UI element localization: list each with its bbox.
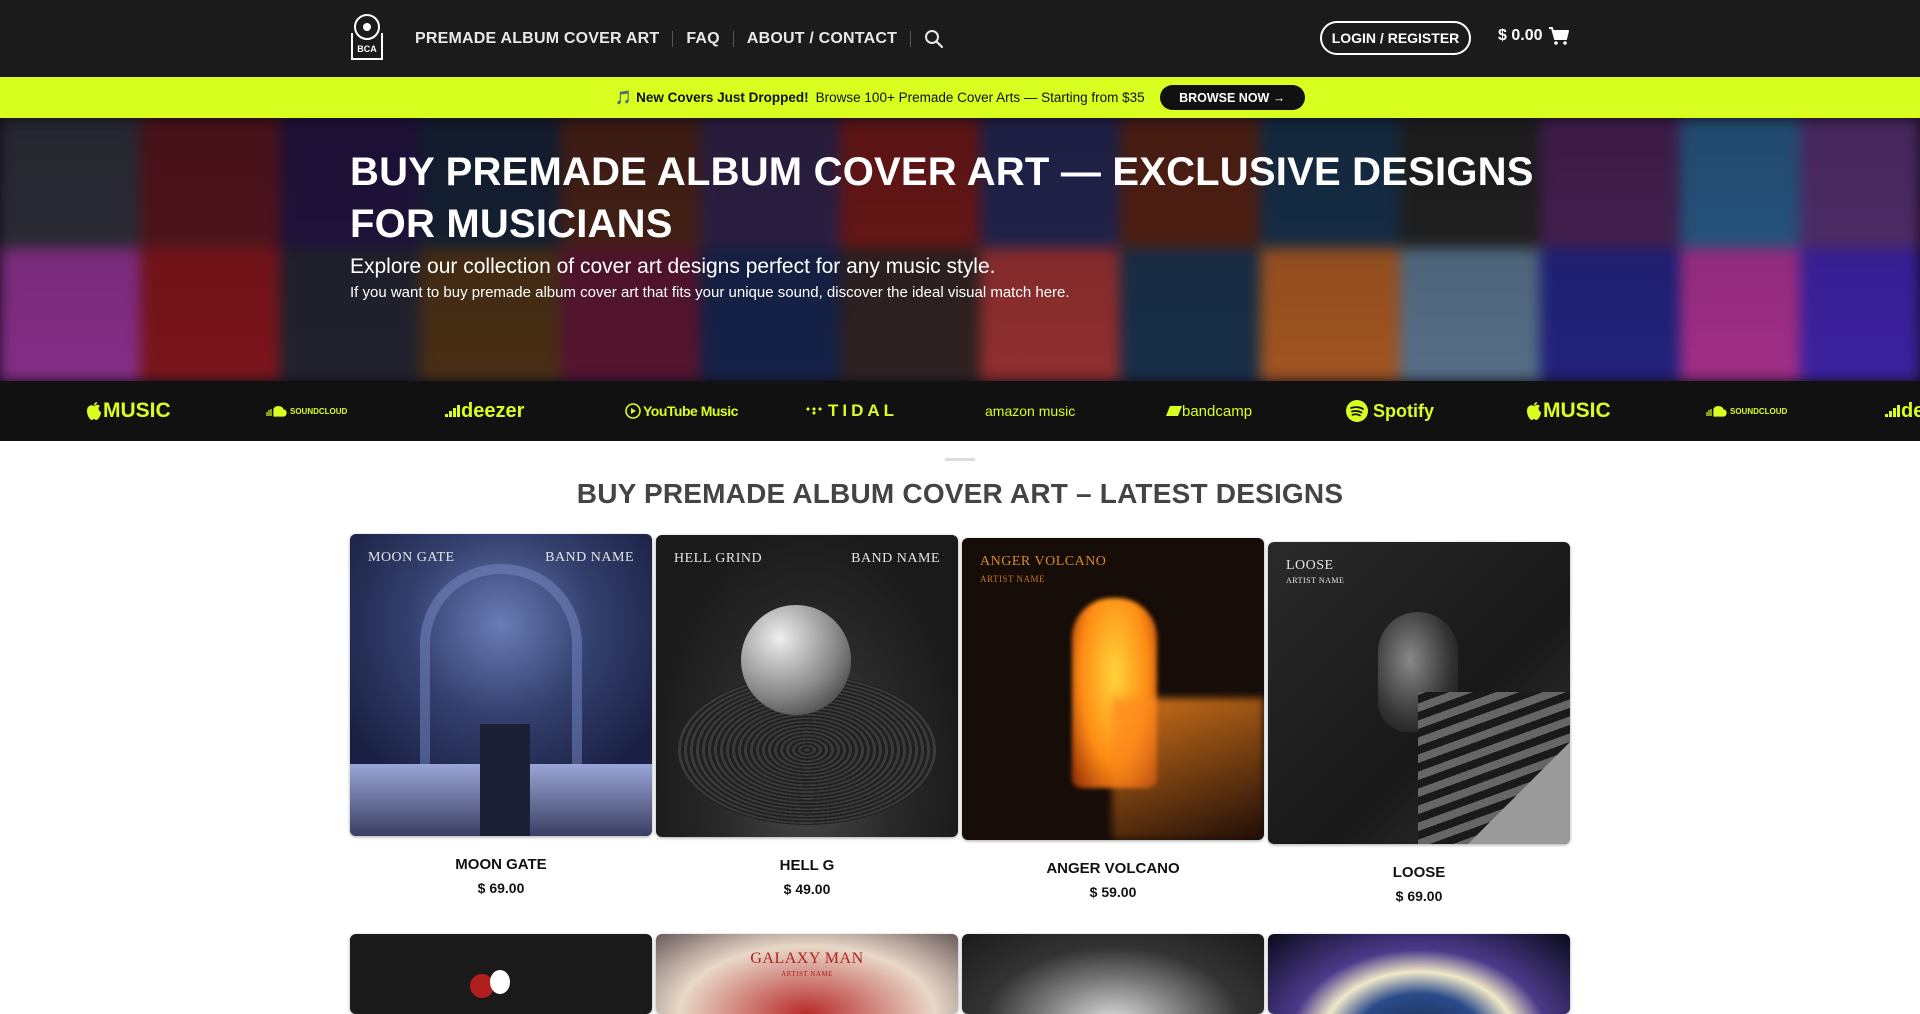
nav-faq[interactable]: FAQ (686, 30, 720, 48)
apple-icon (1527, 402, 1541, 420)
product-cover-image[interactable]: ANGER VOLCANO ARTIST NAME (962, 538, 1264, 840)
platform-label: SOUNDCLOUD (1730, 406, 1788, 416)
product-cover-image[interactable]: HELL GRIND BAND NAME (656, 535, 958, 837)
platform-label: SOUNDCLOUD (290, 406, 348, 416)
platform-label: MUSIC (1543, 399, 1611, 422)
product-card[interactable]: HELL GRIND BAND NAME HELL G $ 49.00 (656, 535, 958, 897)
platform-deezer: de (1885, 381, 1920, 441)
music-note-icon: 🎵 (615, 89, 633, 105)
platform-label: bandcamp (1182, 402, 1253, 420)
product-cover-image[interactable] (962, 934, 1264, 1014)
product-card[interactable]: GALAXY MAN ARTIST NAME (656, 934, 958, 1014)
platform-label: de (1901, 399, 1920, 422)
product-card[interactable]: MOON GATE BAND NAME MOON GATE $ 69.00 (350, 534, 652, 896)
cover-artist: ARTIST NAME (980, 574, 1046, 584)
cover-title: MOON GATE (368, 550, 455, 565)
cart-total: $ 0.00 (1498, 27, 1543, 44)
platform-label: Spotify (1373, 400, 1434, 421)
hero-banner: BUY PREMADE ALBUM COVER ART — EXCLUSIVE … (0, 118, 1920, 381)
apple-icon (87, 402, 101, 420)
platform-label: amazon music (985, 403, 1076, 419)
platform-soundcloud: SOUNDCLOUD (1705, 381, 1787, 441)
product-price: $ 49.00 (783, 881, 831, 897)
product-cover-image[interactable]: MOON GATE BAND NAME (350, 534, 652, 836)
logo-text: BCA (357, 44, 377, 54)
streaming-platforms-strip: MUSIC SOUNDCLOUD deezer YouTube Music TI… (0, 381, 1920, 441)
platform-soundcloud: SOUNDCLOUD (265, 381, 347, 441)
product-card[interactable]: ANGER VOLCANO ARTIST NAME ANGER VOLCANO … (962, 538, 1264, 900)
product-cover-image[interactable]: LOOSE ARTIST NAME (1268, 542, 1570, 844)
cover-artist: BAND NAME (545, 550, 634, 565)
product-price: $ 59.00 (1089, 884, 1137, 900)
deezer-icon (445, 405, 460, 417)
nav-premade-album-cover-art[interactable]: PREMADE ALBUM COVER ART (415, 30, 659, 48)
platform-spotify: Spotify (1345, 381, 1434, 441)
cover-title: HELL GRIND (674, 551, 763, 566)
cart-icon (1549, 27, 1570, 45)
bandcamp-icon (1166, 406, 1182, 416)
product-price: $ 69.00 (477, 880, 525, 896)
cover-title: LOOSE (1286, 558, 1334, 573)
deezer-icon (1885, 405, 1900, 417)
section-title: BUY PREMADE ALBUM COVER ART – LATEST DES… (576, 478, 1344, 509)
product-card[interactable] (962, 934, 1264, 1014)
product-price: $ 69.00 (1395, 888, 1443, 904)
product-cover-image[interactable] (350, 934, 652, 1014)
product-name[interactable]: ANGER VOLCANO (962, 860, 1264, 877)
announcement-text: Browse 100+ Premade Cover Arts — Startin… (815, 90, 1145, 105)
product-cover-image[interactable] (1268, 934, 1570, 1014)
cover-title: GALAXY MAN (750, 950, 864, 967)
section-divider (945, 458, 975, 461)
search-icon[interactable] (924, 29, 944, 49)
tidal-icon (806, 407, 822, 415)
main-nav: PREMADE ALBUM COVER ART FAQ ABOUT / CONT… (415, 0, 944, 77)
product-name[interactable]: MOON GATE (350, 856, 652, 873)
platform-label: MUSIC (103, 399, 171, 422)
platform-label: YouTube Music (643, 403, 738, 419)
soundcloud-icon (1706, 406, 1727, 417)
cover-artist: BAND NAME (851, 551, 940, 566)
platform-tidal: TIDAL (806, 381, 898, 441)
platform-bandcamp: bandcamp (1166, 381, 1252, 441)
hero-description: If you want to buy premade album cover a… (350, 284, 1070, 301)
product-name[interactable]: LOOSE (1268, 864, 1570, 881)
youtube-music-icon (625, 403, 641, 419)
platform-amazon-music: amazon music (985, 381, 1075, 441)
browse-now-button[interactable]: BROWSE NOW → (1159, 85, 1305, 110)
nav-divider (910, 30, 912, 47)
nav-divider (672, 30, 674, 47)
product-card[interactable] (350, 934, 652, 1014)
soundcloud-icon (266, 406, 287, 417)
hero-title: BUY PREMADE ALBUM COVER ART — EXCLUSIVE … (350, 150, 1534, 246)
login-register-button[interactable]: LOGIN / REGISTER (1320, 21, 1471, 55)
product-card[interactable]: LOOSE ARTIST NAME LOOSE $ 69.00 (1268, 542, 1570, 904)
hero-subtitle: Explore our collection of cover art desi… (350, 255, 996, 278)
platform-label: deezer (461, 399, 525, 422)
cover-title: ANGER VOLCANO (980, 554, 1107, 569)
cover-artist: ARTIST NAME (781, 970, 833, 978)
platform-apple-music: MUSIC (1525, 381, 1611, 441)
nav-about-contact[interactable]: ABOUT / CONTACT (747, 30, 897, 48)
product-card[interactable] (1268, 934, 1570, 1014)
vinyl-logo-icon: BCA (351, 14, 383, 60)
announcement-headline: New Covers Just Dropped! (636, 90, 809, 105)
cover-artist: ARTIST NAME (1286, 576, 1345, 585)
platform-youtube-music: YouTube Music (625, 381, 738, 441)
nav-divider (732, 30, 734, 47)
platform-label: TIDAL (828, 401, 899, 420)
site-header: BCA PREMADE ALBUM COVER ART FAQ ABOUT / … (0, 0, 1920, 77)
cart-button[interactable]: $ 0.00 (1498, 26, 1570, 46)
platform-deezer: deezer (445, 381, 524, 441)
spotify-icon (1346, 400, 1368, 422)
product-cover-image[interactable]: GALAXY MAN ARTIST NAME (656, 934, 958, 1014)
product-name[interactable]: HELL G (656, 857, 958, 874)
platform-apple-music: MUSIC (85, 381, 171, 441)
site-logo[interactable]: BCA (349, 11, 385, 62)
announcement-bar: 🎵 New Covers Just Dropped! Browse 100+ P… (0, 77, 1920, 118)
